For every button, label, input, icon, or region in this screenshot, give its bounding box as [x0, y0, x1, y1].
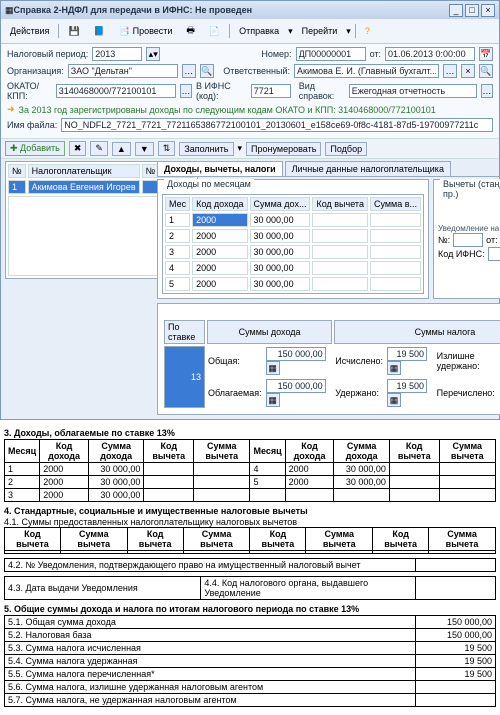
provesti-button[interactable]: 📑 Провести	[114, 24, 178, 39]
section-5: 5. Общие суммы дохода и налога по итогам…	[4, 604, 496, 614]
months-grid[interactable]: МесКод доходаСумма дох...Код вычетаСумма…	[162, 194, 424, 294]
pick-button[interactable]: Подбор	[325, 142, 367, 156]
nomer-input[interactable]	[296, 47, 366, 61]
add-button[interactable]: ✚ Добавить	[5, 141, 65, 156]
obsh-input[interactable]	[266, 347, 326, 361]
otv-input[interactable]	[294, 64, 439, 78]
otpravka-menu[interactable]: Отправка	[234, 24, 284, 38]
save-icon[interactable]: 💾	[63, 24, 84, 39]
info-text: За 2013 год зарегистрированы доходы по с…	[19, 105, 436, 115]
ot-label: от:	[370, 49, 381, 59]
stavka-label: По ставке	[164, 320, 205, 344]
perejti-menu[interactable]: Перейти	[297, 24, 343, 38]
table-5: 5.1. Общая сумма дохода150 000,005.2. На…	[4, 615, 496, 707]
otv-pick-icon[interactable]: …	[443, 64, 457, 78]
section-41: 4.1. Суммы предоставленных налогоплатель…	[4, 517, 496, 527]
minimize-button[interactable]: _	[449, 4, 463, 17]
help-icon[interactable]: ?	[360, 24, 375, 38]
vid-input[interactable]	[349, 84, 477, 98]
grid-toolbar: ✚ Добавить ✖ ✎ ▲ ▼ ⇅ Заполнить▾ Пронумер…	[1, 138, 499, 159]
table-4: Код вычетаСумма вычетаКод вычетаСумма вы…	[4, 527, 496, 554]
menubar: Действия 💾 📘 📑 Провести 🖶 📄 Отправка▾ Пе…	[1, 19, 499, 44]
ifns-input[interactable]	[251, 84, 291, 98]
table-43: 4.3. Дата выдачи Уведомления4.4. Код нал…	[4, 576, 496, 600]
period-stepper[interactable]: ▴▾	[146, 47, 160, 61]
close-button[interactable]: ×	[481, 4, 495, 17]
file-label: Имя файла:	[7, 120, 57, 130]
tab-incomes[interactable]: Доходы, вычеты, налоги	[157, 161, 283, 176]
ud-input[interactable]	[387, 379, 427, 393]
vychety-title: Вычеты (стандартные и пр.)	[440, 179, 500, 199]
section-3: 3. Доходы, облагаемые по ставке 13%	[4, 428, 496, 438]
org-input[interactable]	[68, 64, 178, 78]
table-row: 4200030 000,00	[165, 261, 421, 275]
file-input[interactable]	[61, 118, 493, 132]
down-icon[interactable]: ▼	[135, 142, 154, 156]
edit-icon[interactable]: ✎	[90, 141, 108, 156]
uved-label: Уведомление на имущ. вычет	[438, 224, 500, 233]
table-3: МесяцКод доходаСумма доходаКод вычетаСум…	[4, 439, 496, 502]
sheet-icon[interactable]: 📄	[204, 24, 225, 39]
fill-button[interactable]: Заполнить	[179, 142, 233, 156]
obl-input[interactable]	[266, 379, 326, 393]
org-label: Организация:	[7, 66, 64, 76]
sort-icon[interactable]: ⇅	[158, 141, 176, 156]
otv-label: Ответственный:	[223, 66, 290, 76]
calendar-icon[interactable]: 📅	[479, 47, 493, 61]
info-icon: ➜	[7, 104, 15, 115]
okato-input[interactable]	[56, 84, 176, 98]
up-icon[interactable]: ▲	[112, 142, 131, 156]
maximize-button[interactable]: □	[465, 4, 479, 17]
book-icon[interactable]: 📘	[89, 24, 110, 39]
num-button[interactable]: Пронумеровать	[246, 142, 321, 156]
vid-label: Вид справок:	[299, 81, 345, 101]
window-title: Справка 2-НДФЛ для передачи в ИФНС: Не п…	[14, 5, 447, 15]
stavka-value[interactable]: 13	[164, 346, 205, 408]
period-label: Налоговый период:	[7, 49, 88, 59]
table-row: 1200030 000,00	[165, 213, 421, 227]
isch-input[interactable]	[387, 347, 427, 361]
titlebar: ▦ Справка 2-НДФЛ для передачи в ИФНС: Не…	[1, 1, 499, 19]
ifns-label: В ИФНС (код):	[196, 81, 247, 101]
uved-kod-input[interactable]	[488, 247, 500, 261]
tab-personal[interactable]: Личные данные налогоплательщика	[285, 161, 451, 176]
org-pick-icon[interactable]: …	[182, 64, 196, 78]
actions-menu[interactable]: Действия	[5, 24, 54, 38]
table-row: 5200030 000,00	[165, 277, 421, 291]
org-open-icon[interactable]: 🔍	[200, 64, 214, 78]
table-row: 3200030 000,00	[165, 245, 421, 259]
del-icon[interactable]: ✖	[69, 141, 87, 156]
print-report: 3. Доходы, облагаемые по ставке 13% Меся…	[0, 420, 500, 715]
uved-n-input[interactable]	[453, 233, 483, 247]
section-4: 4. Стандартные, социальные и имущественн…	[4, 506, 496, 516]
otv-open-icon[interactable]: 🔍	[479, 64, 493, 78]
okato-pick-icon[interactable]: …	[180, 84, 192, 98]
okato-label: ОКАТО/КПП:	[7, 81, 52, 101]
table-42: 4.2. № Уведомления, подтверждающего прав…	[4, 558, 496, 572]
vid-pick-icon[interactable]: …	[481, 84, 493, 98]
table-row: 2200030 000,00	[165, 229, 421, 243]
period-input[interactable]	[92, 47, 142, 61]
doc-icon: ▦	[5, 5, 14, 16]
date-input[interactable]	[385, 47, 475, 61]
nomer-label: Номер:	[261, 49, 291, 59]
months-title: Доходы по месяцам	[164, 179, 254, 189]
otv-clear-icon[interactable]: ×	[461, 64, 475, 78]
print-icon[interactable]: 🖶	[181, 21, 200, 41]
